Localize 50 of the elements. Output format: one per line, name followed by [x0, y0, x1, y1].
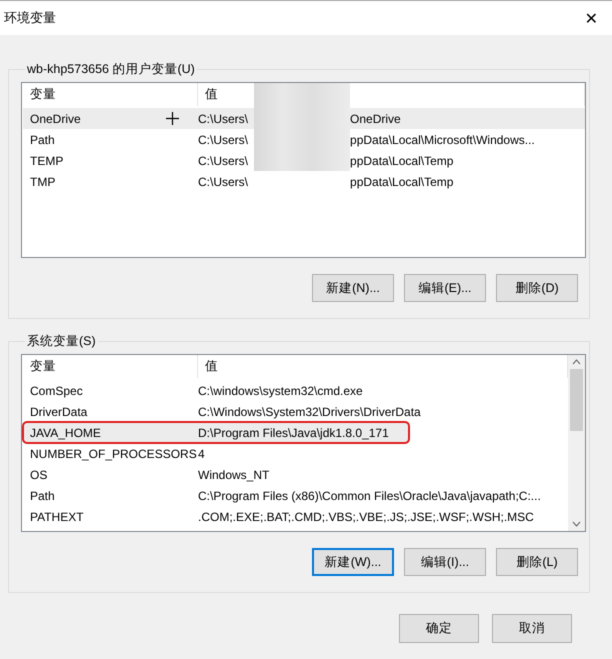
variable-row[interactable]: TEMP C:\Users\ ppData\Local\Temp: [23, 150, 585, 171]
variable-value: C:\windows\system32\cmd.exe: [198, 384, 363, 398]
variable-name: OS: [30, 468, 48, 482]
dialog-button[interactable]: 编辑(I)...: [404, 548, 486, 576]
variable-row[interactable]: TMP C:\Users\ ppData\Local\Temp: [23, 171, 585, 192]
variable-row[interactable]: NUMBER_OF_PROCESSORS4: [23, 443, 568, 464]
variable-name: OneDrive: [30, 112, 81, 126]
variable-name: Path: [30, 132, 55, 146]
group-title: 系统变量(S): [26, 333, 97, 350]
crosshair-cursor-icon: [166, 112, 179, 125]
group-title: wb-khp573656 的用户变量(U): [26, 61, 196, 78]
window-title: 环境变量: [4, 9, 56, 27]
column-header[interactable]: 变量: [23, 83, 198, 106]
variable-value: C:\Users\ OneDrive: [198, 112, 401, 126]
variable-row[interactable]: Path C:\Program Files (x86)\Common Files\Oracle\Java\javapath;C:...: [23, 485, 568, 506]
variable-name: DriverData: [30, 404, 88, 418]
variable-row[interactable]: DriverData C:\Windows\System32\Drivers\DriverData: [23, 401, 568, 422]
variable-value: C:\Users\ ppData\Local\Temp: [198, 174, 454, 188]
dialog-button[interactable]: 取消: [492, 614, 572, 643]
dialog-button[interactable]: 删除(L): [496, 548, 578, 576]
variable-value: .COM;.EXE;.BAT;.CMD;.VBS;.VBE;.JS;.JSE;.WSF;.WSH;.MSC: [198, 510, 534, 524]
variable-value: C:\Users\ ppData\Local\Temp: [198, 154, 454, 168]
dialog-button[interactable]: 新建(W)...: [312, 548, 394, 576]
variable-row[interactable]: JAVA_HOME D:\Program Files\Java\jdk1.8.0_171: [23, 422, 409, 443]
variable-name: TEMP: [30, 154, 64, 168]
variable-name: TMP: [30, 174, 56, 188]
variable-name: Path: [30, 488, 55, 502]
variable-value: C:\Windows\System32\Drivers\DriverData: [198, 404, 421, 418]
variable-value: C:\Users\ ppData\Local\Microsoft\Windows...: [198, 132, 535, 146]
variable-row[interactable]: PATHEXT .COM;.EXE;.BAT;.CMD;.VBS;.VBE;.JS;.JSE;.WSF;.WSH;.MSC: [23, 506, 568, 527]
variable-name: NUMBER_OF_PROCESSORS: [30, 446, 197, 460]
variable-value: Windows_NT: [198, 468, 270, 482]
dialog-button[interactable]: 编辑(E)...: [404, 274, 486, 302]
variable-name: ComSpec: [30, 384, 83, 398]
dialog-button[interactable]: 新建(N)...: [312, 274, 394, 302]
variable-value: 4: [198, 446, 205, 460]
variable-value: C:\Program Files (x86)\Common Files\Oracle\Java\javapath;C:...: [198, 488, 541, 502]
scrollbar[interactable]: [568, 355, 585, 531]
variable-value: D:\Program Files\Java\jdk1.8.0_171: [198, 426, 389, 440]
variable-row[interactable]: ComSpec C:\windows\system32\cmd.exe: [23, 380, 568, 401]
column-header[interactable]: 变量: [23, 355, 198, 378]
variable-list[interactable]: [21, 354, 586, 532]
dialog-button[interactable]: 删除(D): [496, 274, 578, 302]
variable-row[interactable]: Path C:\Users\ ppData\Local\Microsoft\Windows...: [23, 129, 585, 150]
close-button[interactable]: ✕: [582, 8, 600, 28]
variable-name: JAVA_HOME: [30, 426, 101, 440]
variable-row[interactable]: OS Windows_NT: [23, 464, 568, 485]
dialog-button[interactable]: 确定: [399, 614, 479, 643]
variable-name: PATHEXT: [30, 510, 84, 524]
variable-list[interactable]: 变量 值 OneDrive C:\Users\ OneDrive Path C:\Users\ ppData\Local\Microsoft\Windows... TEMP C:\Users\ ppData\Local\Temp TMP C:\Users\ ppData\Local\Temp: [21, 82, 586, 258]
